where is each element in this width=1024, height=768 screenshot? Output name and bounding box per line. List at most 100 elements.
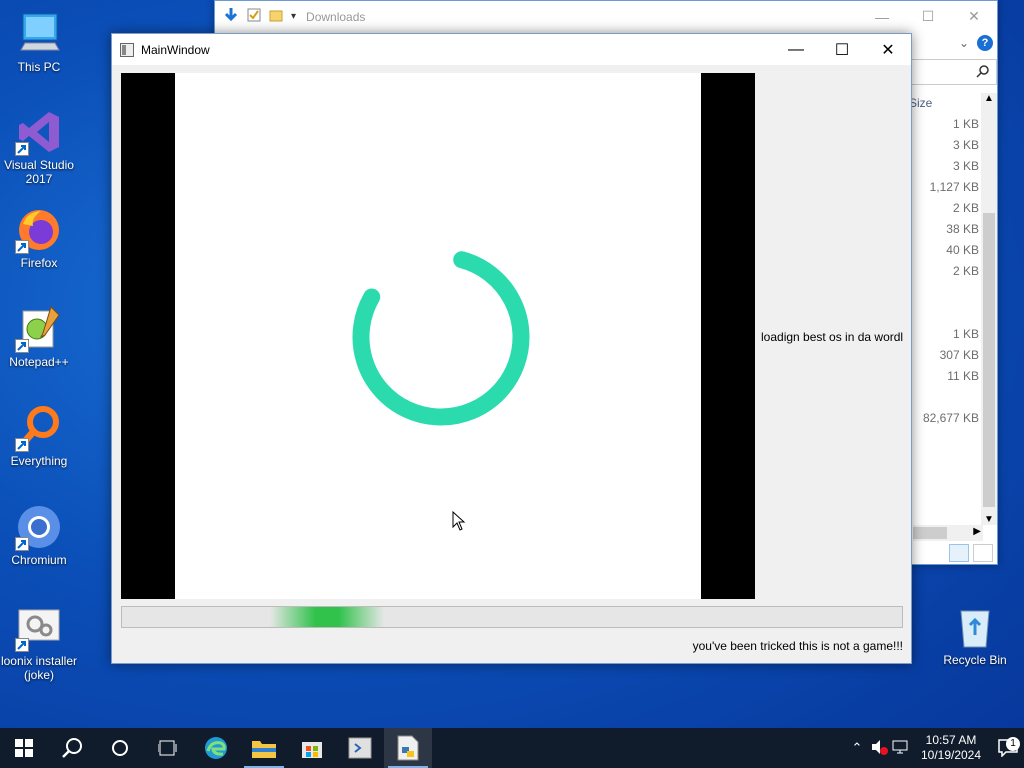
minimize-icon[interactable]: — [773,34,819,65]
installer-gear-icon [15,604,63,652]
visual-studio-icon [15,108,63,156]
details-view-icon[interactable] [949,544,969,562]
start-button[interactable] [0,728,48,768]
taskbar-file-explorer[interactable] [240,728,288,768]
desktop-icon-notepad-plus-plus[interactable]: Notepad++ [0,305,78,369]
chromium-icon [15,503,63,551]
desktop-icon-recycle-bin[interactable]: Recycle Bin [940,603,1010,667]
windows-logo-icon [15,739,33,757]
file-size-cell: 11 KB [947,369,979,383]
task-view-button[interactable] [144,728,192,768]
taskbar-terminal[interactable] [336,728,384,768]
scrollbar-thumb[interactable] [913,527,947,539]
scroll-down-icon[interactable]: ▼ [984,514,994,525]
file-size-cell: 3 KB [952,138,979,152]
file-size-cell: 3 KB [952,159,979,173]
desktop-icon-visual-studio[interactable]: Visual Studio 2017 [0,108,78,186]
desktop-icon-label: Notepad++ [9,355,69,369]
minimize-icon[interactable]: — [859,1,905,32]
desktop-icon-loonix-installer[interactable]: loonix installer (joke) [0,604,78,682]
desktop-icon-label: Recycle Bin [943,653,1007,667]
desktop-icon-chromium[interactable]: Chromium [0,503,78,567]
desktop-icon-everything[interactable]: Everything [0,404,78,468]
ribbon-expand-chevron-icon[interactable]: ⌄ [959,36,969,50]
search-button[interactable] [48,728,96,768]
search-icon [62,738,82,758]
download-arrow-icon [223,7,239,26]
size-column-header[interactable]: Size [909,93,979,114]
volume-muted-icon[interactable] [868,739,890,758]
app-window-icon [120,42,134,57]
task-view-icon [158,740,177,756]
file-size-cell [909,387,979,408]
taskbar: ⌃ 10:57 AM 10/19/2024 1 [0,728,1024,768]
clock-date: 10/19/2024 [920,748,982,762]
loading-status-label: loadign best os in da wordl [761,330,904,344]
size-column: Size 1 KB 3 KB 3 KB 1,127 KB 2 KB 38 KB 40 KB 2… [909,93,979,429]
desktop-icon-this-pc[interactable]: This PC [0,10,78,74]
scroll-right-icon[interactable]: ▶ [973,526,981,537]
file-size-cell: 1 KB [952,117,979,131]
network-icon[interactable] [890,739,912,758]
main-window-title-bar[interactable]: MainWindow — ☐ ✕ [112,34,911,65]
shortcut-arrow-icon [15,339,29,353]
progress-bar [121,606,903,628]
file-size-cell: 40 KB [946,243,979,257]
system-clock[interactable]: 10:57 AM 10/19/2024 [918,733,984,763]
shortcut-arrow-icon [15,142,29,156]
shortcut-arrow-icon [15,438,29,452]
clock-time: 10:57 AM [925,733,977,747]
main-window[interactable]: MainWindow — ☐ ✕ loadign best os in da w… [111,33,912,664]
footer-message-label: you've been tricked this is not a game!!… [692,639,903,653]
file-size-cell [909,303,979,324]
edge-icon [205,737,227,759]
main-window-title: MainWindow [141,42,210,57]
vertical-scrollbar[interactable]: ▲ ▼ [981,93,997,525]
explorer-title: Downloads [306,9,366,24]
file-size-cell: 2 KB [952,201,979,215]
desktop-icon-label: Everything [10,454,68,468]
shortcut-arrow-icon [15,638,29,652]
notification-count-badge: 1 [1006,737,1020,751]
folder-icon [252,741,276,758]
horizontal-scrollbar[interactable]: ▶ [913,525,983,541]
quick-access-dropdown-icon[interactable]: ▾ [291,11,296,22]
desktop-icon-firefox[interactable]: Firefox [0,206,78,270]
scroll-up-icon[interactable]: ▲ [984,93,994,104]
cortana-button[interactable] [96,728,144,768]
desktop-icon-label: This PC [17,60,61,74]
notepad-plus-plus-icon [15,305,63,353]
close-icon[interactable]: ✕ [951,1,997,32]
properties-checkbox-icon[interactable] [247,8,261,25]
mouse-cursor-icon [452,510,466,534]
explorer-search-input[interactable] [911,59,997,85]
taskbar-edge[interactable] [192,728,240,768]
new-folder-icon[interactable] [269,8,283,25]
maximize-icon[interactable]: ☐ [905,1,951,32]
explorer-title-bar[interactable]: ▾ Downloads — ☐ ✕ [215,1,997,32]
file-size-cell [909,282,979,303]
python-file-icon [397,735,419,761]
large-icons-view-icon[interactable] [973,544,993,562]
desktop-icon-label: Chromium [11,553,67,567]
desktop-icon-label: loonix installer (joke) [0,654,78,682]
file-size-cell: 2 KB [952,264,979,278]
firefox-icon [15,206,63,254]
maximize-icon[interactable]: ☐ [819,34,865,65]
taskbar-microsoft-store[interactable] [288,728,336,768]
show-hidden-icons-chevron-icon[interactable]: ⌃ [846,740,868,756]
shortcut-arrow-icon [15,537,29,551]
taskbar-python-app[interactable] [384,728,432,768]
cortana-circle-icon [112,740,128,756]
shortcut-arrow-icon [15,240,29,254]
action-center-button[interactable]: 1 [992,737,1024,757]
desktop-icon-label: Firefox [20,256,58,270]
close-icon[interactable]: ✕ [865,34,911,65]
file-size-cell: 38 KB [946,222,979,236]
recycle-bin-icon [951,603,999,651]
file-size-cell: 1,127 KB [929,180,979,194]
progress-bar-fill [270,607,384,627]
help-icon[interactable]: ? [977,35,993,51]
search-icon [976,64,990,81]
scrollbar-thumb[interactable] [983,213,995,507]
